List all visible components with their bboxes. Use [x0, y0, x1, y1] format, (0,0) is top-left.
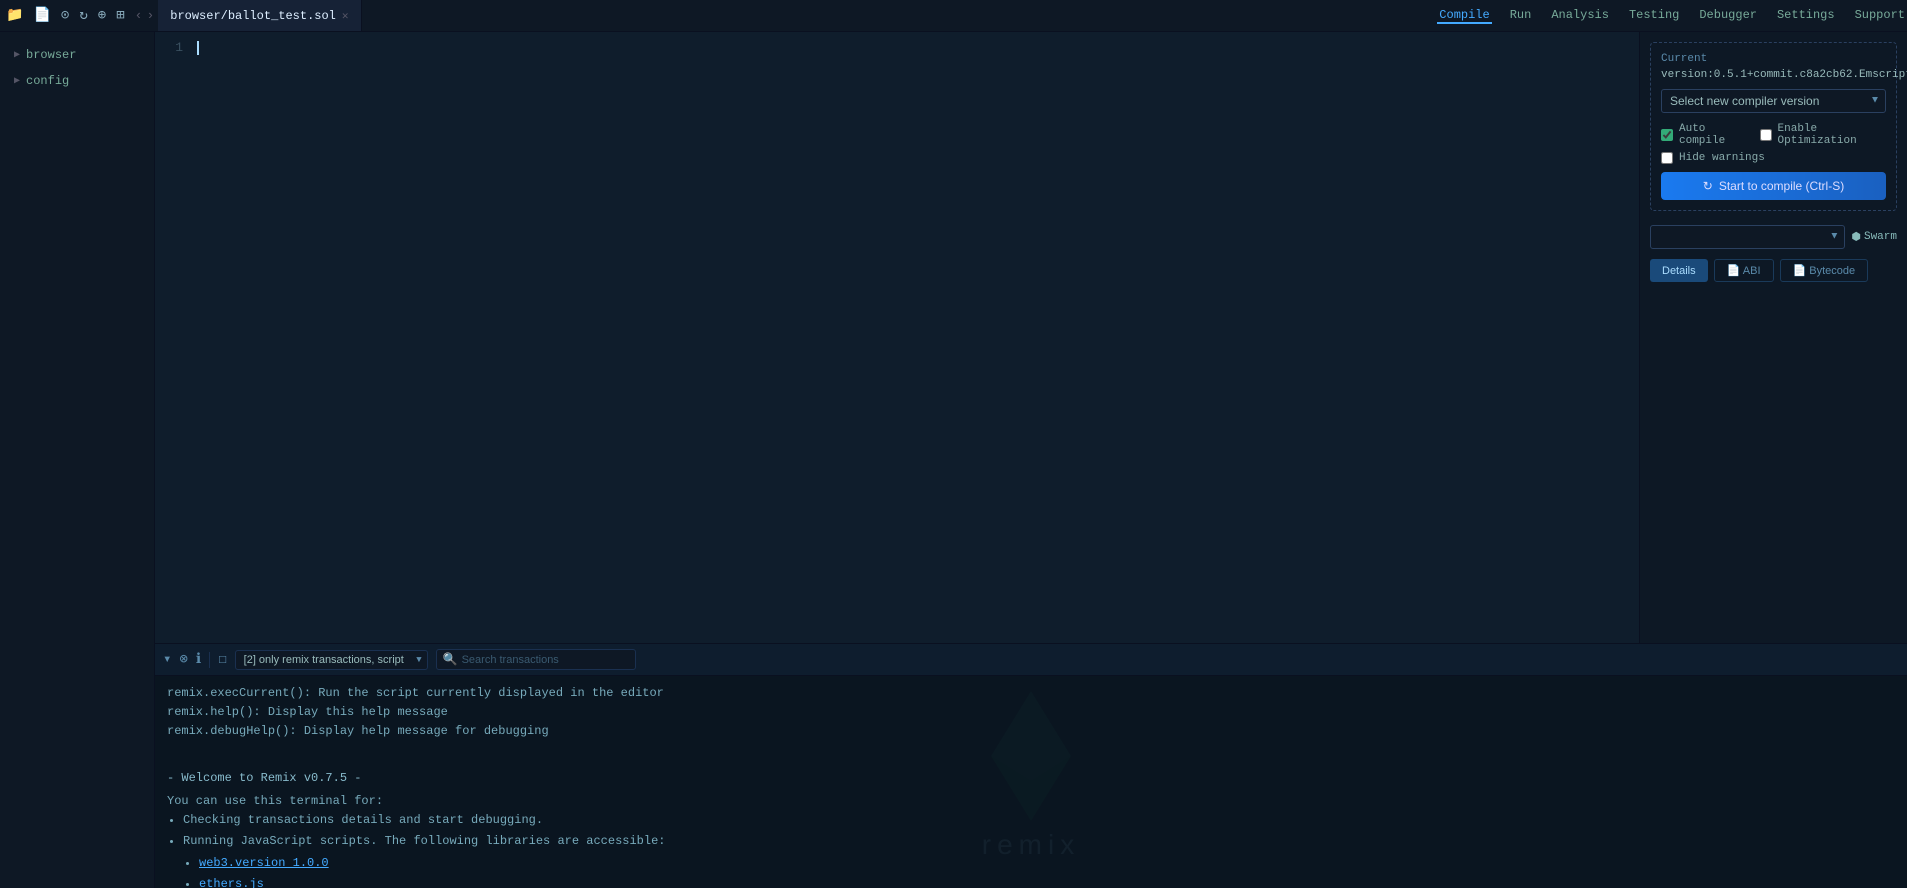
run-btn[interactable]: Run: [1508, 8, 1534, 24]
right-panel: Current version:0.5.1+commit.c8a2cb62.Em…: [1639, 32, 1907, 643]
swarm-icon: ⬢: [1851, 230, 1861, 244]
link-icon[interactable]: ⊞: [116, 7, 124, 24]
terminal-line-6: You can use this terminal for:: [167, 792, 1895, 811]
filter-select[interactable]: [2] only remix transactions, script All …: [235, 650, 428, 670]
search-wrapper: 🔍: [436, 649, 636, 670]
compile-button[interactable]: ↻ Start to compile (Ctrl-S): [1661, 172, 1886, 200]
github-icon[interactable]: ⊙: [61, 7, 69, 24]
tab-label: browser/ballot_test.sol: [170, 9, 336, 23]
terminal-toolbar: ▾ ⊗ ℹ ☐ [2] only remix transactions, scr…: [155, 644, 1907, 676]
search-icon: 🔍: [443, 652, 458, 667]
terminal-sub-bullet-1: web3.version 1.0.0: [199, 854, 1895, 873]
terminal-sub-bullet-2: ethers.js: [199, 875, 1895, 888]
search-input[interactable]: [462, 654, 629, 666]
swarm-button[interactable]: ⬢ Swarm: [1851, 230, 1897, 244]
contract-select[interactable]: [1650, 225, 1845, 249]
editor-tab[interactable]: browser/ballot_test.sol ✕: [158, 0, 361, 31]
browser-arrow-icon: ▶: [14, 49, 20, 61]
folder-icon[interactable]: 📁: [6, 7, 23, 24]
terminal-info-icon[interactable]: ℹ: [196, 651, 201, 668]
current-label: Current: [1661, 53, 1886, 65]
sidebar-config-label: config: [26, 74, 69, 88]
bookmark-icon[interactable]: ⊕: [98, 7, 106, 24]
contract-section: ▼ ⬢ Swarm Details 📄 ABI 📄 Bytecode: [1650, 225, 1897, 282]
hide-warnings-label: Hide warnings: [1679, 152, 1765, 164]
compile-btn-label: Start to compile (Ctrl-S): [1719, 179, 1844, 193]
file-icon[interactable]: 📄: [33, 7, 50, 24]
config-arrow-icon: ▶: [14, 75, 20, 87]
cursor: [197, 41, 199, 55]
nav-icons: 📁 📄 ⊙ ↻ ⊕ ⊞: [0, 7, 131, 24]
sidebar-item-browser[interactable]: ▶ browser: [0, 42, 154, 68]
nav-back[interactable]: ‹: [135, 8, 143, 23]
terminal-line-3: remix.debugHelp(): Display help message …: [167, 722, 1895, 741]
sidebar-item-config[interactable]: ▶ config: [0, 68, 154, 94]
debugger-btn[interactable]: Debugger: [1697, 8, 1759, 24]
settings-btn[interactable]: Settings: [1775, 8, 1837, 24]
contract-select-row: ▼ ⬢ Swarm: [1650, 225, 1897, 249]
auto-compile-checkbox[interactable]: [1661, 129, 1673, 141]
analysis-btn[interactable]: Analysis: [1549, 8, 1611, 24]
terminal-welcome: - Welcome to Remix v0.7.5 -: [167, 769, 1895, 788]
top-menu-buttons: Compile Run Analysis Testing Debugger Se…: [1437, 8, 1907, 24]
compiler-select-wrapper: Select new compiler version ▼: [1661, 89, 1886, 113]
abi-button[interactable]: 📄 ABI: [1714, 259, 1774, 282]
hide-warnings-row: Hide warnings: [1661, 152, 1886, 164]
details-button[interactable]: Details: [1650, 259, 1708, 282]
terminal-bullet-2: Running JavaScript scripts. The followin…: [183, 832, 1895, 851]
main-layout: ▶ browser ▶ config 1 Current: [0, 32, 1907, 888]
ethersjs-link[interactable]: ethers.js: [199, 877, 264, 888]
nav-arrows: ‹ ›: [131, 8, 159, 23]
sidebar: ▶ browser ▶ config: [0, 32, 155, 888]
editor-container: 1: [155, 32, 1639, 643]
content-area: 1 Current version:0.5.1+commit.c8a2cb62.…: [155, 32, 1907, 888]
terminal-stop-icon[interactable]: ⊗: [179, 651, 187, 668]
compiler-section: Current version:0.5.1+commit.c8a2cb62.Em…: [1650, 42, 1897, 211]
auto-compile-label: Auto compile: [1679, 123, 1748, 147]
artifact-buttons: Details 📄 ABI 📄 Bytecode: [1650, 259, 1897, 282]
filter-select-wrapper: [2] only remix transactions, script All …: [235, 650, 428, 670]
compile-btn[interactable]: Compile: [1437, 8, 1491, 24]
terminal-bullet-list: Checking transactions details and start …: [183, 811, 1895, 851]
terminal-down-icon[interactable]: ▾: [163, 651, 171, 668]
web3-link[interactable]: web3.version 1.0.0: [199, 856, 329, 870]
terminal-container: ▾ ⊗ ℹ ☐ [2] only remix transactions, scr…: [155, 643, 1907, 888]
contract-select-wrapper: ▼: [1650, 225, 1845, 249]
terminal-bullet-1: Checking transactions details and start …: [183, 811, 1895, 830]
tab-close-icon[interactable]: ✕: [342, 9, 349, 23]
enable-optimization-label: Enable Optimization: [1778, 123, 1886, 147]
compiler-select[interactable]: Select new compiler version: [1661, 89, 1886, 113]
terminal-separator: [209, 652, 210, 668]
bytecode-button[interactable]: 📄 Bytecode: [1780, 259, 1869, 282]
editor-body: 1: [155, 32, 1639, 643]
terminal-body[interactable]: remix remix.execCurrent(): Run the scrip…: [155, 676, 1907, 888]
nav-forward[interactable]: ›: [146, 8, 154, 23]
terminal-checkbox-icon[interactable]: ☐: [218, 651, 226, 668]
top-nav: 📁 📄 ⊙ ↻ ⊕ ⊞ ‹ › browser/ballot_test.sol …: [0, 0, 1907, 32]
tab-bar: browser/ballot_test.sol ✕: [158, 0, 1437, 31]
sidebar-browser-label: browser: [26, 48, 76, 62]
terminal-line-4: [167, 742, 1895, 761]
refresh-icon[interactable]: ↻: [79, 7, 87, 24]
terminal-line-1: remix.execCurrent(): Run the script curr…: [167, 684, 1895, 703]
support-btn[interactable]: Support: [1853, 8, 1907, 24]
hide-warnings-checkbox[interactable]: [1661, 152, 1673, 164]
enable-optimization-checkbox[interactable]: [1760, 129, 1772, 141]
editor-content[interactable]: [191, 32, 1639, 643]
swarm-label: Swarm: [1864, 231, 1897, 243]
auto-compile-row: Auto compile Enable Optimization: [1661, 123, 1886, 147]
terminal-sub-bullet-list: web3.version 1.0.0 ethers.js compilers -…: [199, 854, 1895, 888]
compile-icon: ↻: [1703, 179, 1713, 193]
line-numbers: 1: [155, 32, 191, 643]
editor-and-panel: 1 Current version:0.5.1+commit.c8a2cb62.…: [155, 32, 1907, 643]
compiler-version: version:0.5.1+commit.c8a2cb62.Emscripten…: [1661, 69, 1886, 81]
terminal-line-2: remix.help(): Display this help message: [167, 703, 1895, 722]
testing-btn[interactable]: Testing: [1627, 8, 1681, 24]
